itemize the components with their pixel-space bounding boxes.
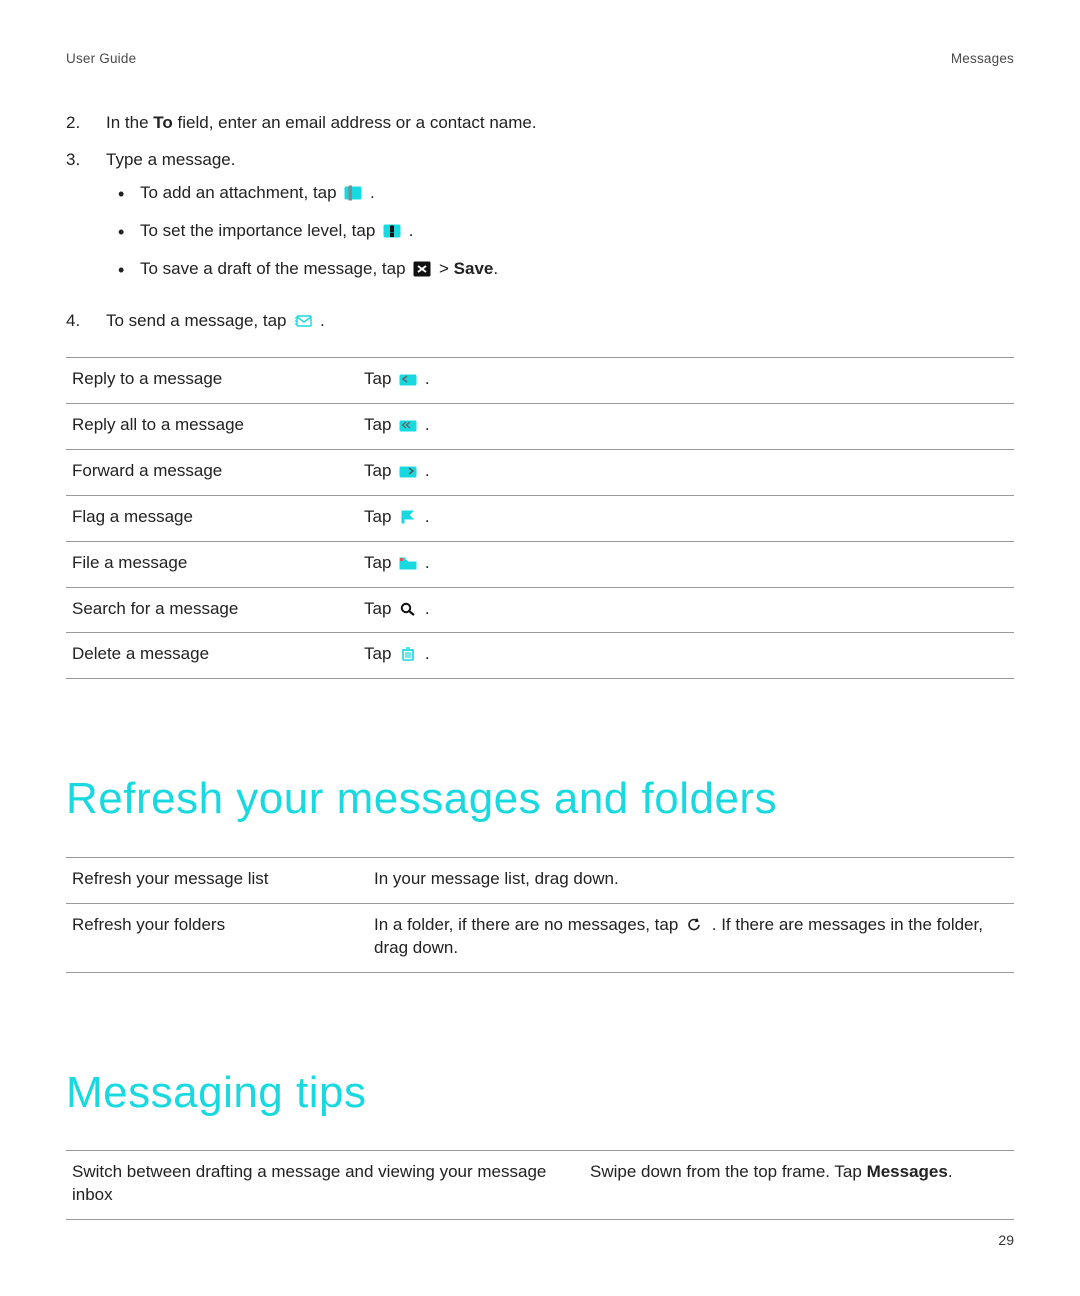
action-name: Refresh your folders	[66, 903, 368, 972]
action-desc: Tap .	[358, 403, 1014, 449]
forward-icon	[399, 464, 417, 478]
action-desc: In your message list, drag down.	[368, 857, 1014, 903]
page-number: 29	[998, 1231, 1014, 1250]
action-desc: Tap .	[358, 587, 1014, 633]
flag-icon	[399, 510, 417, 524]
table-row: Reply to a message Tap .	[66, 357, 1014, 403]
action-desc: Tap .	[358, 495, 1014, 541]
close-x-icon	[413, 261, 431, 277]
tip-desc: Swipe down from the top frame. Tap Messa…	[584, 1151, 1014, 1220]
step-text: In the To field, enter an email address …	[106, 112, 1014, 135]
delete-trash-icon	[399, 647, 417, 661]
bullet-item: To set the importance level, tap .	[116, 220, 1014, 243]
importance-icon	[383, 223, 401, 239]
bullet-item: To save a draft of the message, tap > Sa…	[116, 258, 1014, 281]
action-name: Delete a message	[66, 633, 358, 679]
table-row: Switch between drafting a message and vi…	[66, 1151, 1014, 1220]
action-name: Flag a message	[66, 495, 358, 541]
table-row: File a message Tap .	[66, 541, 1014, 587]
file-folder-icon	[399, 556, 417, 570]
header-left: User Guide	[66, 50, 136, 68]
header-row: User Guide Messages	[66, 50, 1014, 68]
action-name: Reply to a message	[66, 357, 358, 403]
action-name: Forward a message	[66, 449, 358, 495]
bullet-list: To add an attachment, tap . To set the i…	[106, 182, 1014, 281]
step-text: Type a message. To add an attachment, ta…	[106, 149, 1014, 296]
steps-list: 2. In the To field, enter an email addre…	[66, 112, 1014, 333]
refresh-table: Refresh your message list In your messag…	[66, 857, 1014, 973]
table-row: Search for a message Tap .	[66, 587, 1014, 633]
action-desc: Tap .	[358, 449, 1014, 495]
action-name: Search for a message	[66, 587, 358, 633]
table-row: Reply all to a message Tap .	[66, 403, 1014, 449]
actions-table: Reply to a message Tap . Reply all to a …	[66, 357, 1014, 680]
step-number: 4.	[66, 310, 106, 333]
section-heading-refresh: Refresh your messages and folders	[66, 769, 1014, 828]
table-row: Delete a message Tap .	[66, 633, 1014, 679]
document-page: User Guide Messages 2. In the To field, …	[0, 0, 1080, 1296]
tip-name: Switch between drafting a message and vi…	[66, 1151, 584, 1220]
step-text: To send a message, tap .	[106, 310, 1014, 333]
step-item: 2. In the To field, enter an email addre…	[66, 112, 1014, 135]
table-row: Flag a message Tap .	[66, 495, 1014, 541]
reply-all-icon	[399, 418, 417, 432]
action-desc: Tap .	[358, 357, 1014, 403]
send-envelope-icon	[294, 314, 312, 328]
step-number: 3.	[66, 149, 106, 172]
section-heading-tips: Messaging tips	[66, 1063, 1014, 1122]
action-desc: Tap .	[358, 633, 1014, 679]
action-name: File a message	[66, 541, 358, 587]
refresh-circle-icon	[686, 918, 704, 932]
table-row: Refresh your folders In a folder, if the…	[66, 903, 1014, 972]
action-desc: Tap .	[358, 541, 1014, 587]
search-icon	[399, 602, 417, 616]
attachment-icon	[344, 185, 362, 201]
step-item: 4. To send a message, tap .	[66, 310, 1014, 333]
step-item: 3. Type a message. To add an attachment,…	[66, 149, 1014, 296]
step-number: 2.	[66, 112, 106, 135]
table-row: Forward a message Tap .	[66, 449, 1014, 495]
header-right: Messages	[951, 50, 1014, 68]
table-row: Refresh your message list In your messag…	[66, 857, 1014, 903]
action-desc: In a folder, if there are no messages, t…	[368, 903, 1014, 972]
action-name: Refresh your message list	[66, 857, 368, 903]
bullet-item: To add an attachment, tap .	[116, 182, 1014, 205]
reply-icon	[399, 372, 417, 386]
action-name: Reply all to a message	[66, 403, 358, 449]
tips-table: Switch between drafting a message and vi…	[66, 1150, 1014, 1220]
